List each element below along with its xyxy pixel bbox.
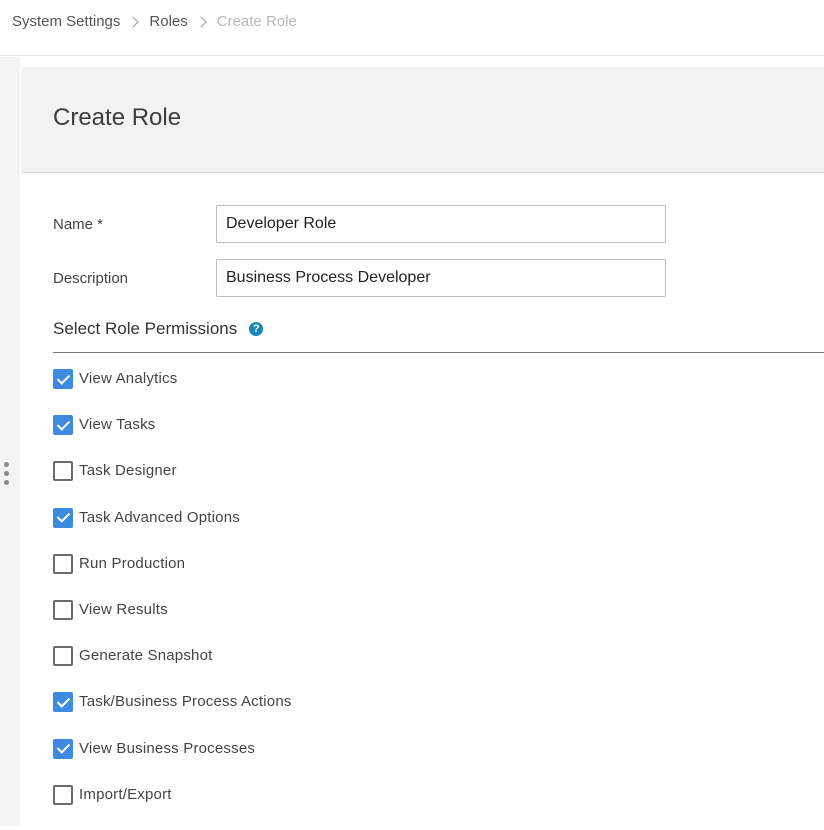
checkmark-icon	[56, 416, 70, 431]
breadcrumb-system-settings[interactable]: System Settings	[12, 13, 120, 30]
permission-checkbox[interactable]	[53, 553, 73, 574]
checkmark-icon	[56, 370, 70, 385]
permissions-section-title: Select Role Permissions ?	[53, 319, 264, 339]
checkmark-icon	[56, 740, 70, 754]
checkmark-icon	[56, 509, 70, 523]
permission-label[interactable]: View Results	[79, 599, 168, 621]
permission-task-designer[interactable]: Task Designer	[53, 460, 292, 506]
checkmark-icon	[56, 694, 70, 708]
permission-checkbox[interactable]	[53, 461, 73, 482]
question-circle-icon[interactable]: ?	[249, 322, 264, 336]
permissions-list: View Analytics View Tasks Task Designer Tas…	[53, 368, 292, 830]
name-row: Name *	[53, 205, 666, 243]
chevron-right-icon	[195, 15, 207, 28]
permission-task-business-process-actions[interactable]: Task/Business Process Actions	[53, 691, 292, 737]
breadcrumb-create-role: Create Role	[216, 13, 297, 30]
permission-label[interactable]: Task/Business Process Actions	[79, 691, 292, 713]
left-rail	[0, 57, 20, 826]
permission-label[interactable]: Task Advanced Options	[79, 507, 240, 529]
permission-checkbox[interactable]	[53, 369, 73, 389]
permission-checkbox[interactable]	[53, 692, 73, 713]
description-row: Description	[53, 259, 666, 297]
permission-view-results[interactable]: View Results	[53, 599, 292, 645]
permission-label[interactable]: Generate Snapshot	[79, 645, 213, 667]
permission-checkbox[interactable]	[53, 784, 73, 805]
permission-import-export[interactable]: Import/Export	[53, 784, 292, 830]
page-title: Create Role	[53, 103, 182, 131]
section-divider	[53, 352, 824, 353]
permission-view-business-processes[interactable]: View Business Processes	[53, 738, 292, 784]
permission-task-advanced-options[interactable]: Task Advanced Options	[53, 507, 292, 553]
permission-label[interactable]: Run Production	[79, 553, 185, 575]
permission-view-tasks[interactable]: View Tasks	[53, 414, 292, 460]
permission-label[interactable]: Task Designer	[79, 460, 177, 482]
permission-checkbox[interactable]	[53, 415, 73, 436]
permission-run-production[interactable]: Run Production	[53, 553, 292, 599]
permission-checkbox[interactable]	[53, 738, 73, 759]
panel-header: Create Role	[21, 67, 824, 173]
permission-view-analytics[interactable]: View Analytics	[53, 368, 292, 414]
permission-checkbox[interactable]	[53, 599, 73, 620]
permission-generate-snapshot[interactable]: Generate Snapshot	[53, 645, 292, 691]
resize-handle-icon[interactable]	[4, 462, 10, 488]
name-label: Name *	[53, 215, 104, 233]
permission-checkbox[interactable]	[53, 646, 73, 667]
permissions-title: Select Role Permissions	[53, 319, 238, 338]
breadcrumb-roles[interactable]: Roles	[149, 13, 187, 30]
permission-label[interactable]: View Analytics	[79, 368, 177, 390]
create-role-panel: Create Role Name * Description Select Ro…	[21, 67, 824, 826]
breadcrumb: System Settings Roles Create Role	[0, 0, 824, 56]
permission-checkbox[interactable]	[53, 507, 73, 528]
description-label: Description	[53, 269, 129, 287]
description-input[interactable]	[216, 259, 666, 297]
name-input[interactable]	[216, 205, 666, 243]
permission-label[interactable]: Import/Export	[79, 784, 172, 806]
permission-label[interactable]: View Tasks	[79, 414, 155, 436]
permission-label[interactable]: View Business Processes	[79, 738, 255, 760]
chevron-right-icon	[127, 15, 140, 28]
